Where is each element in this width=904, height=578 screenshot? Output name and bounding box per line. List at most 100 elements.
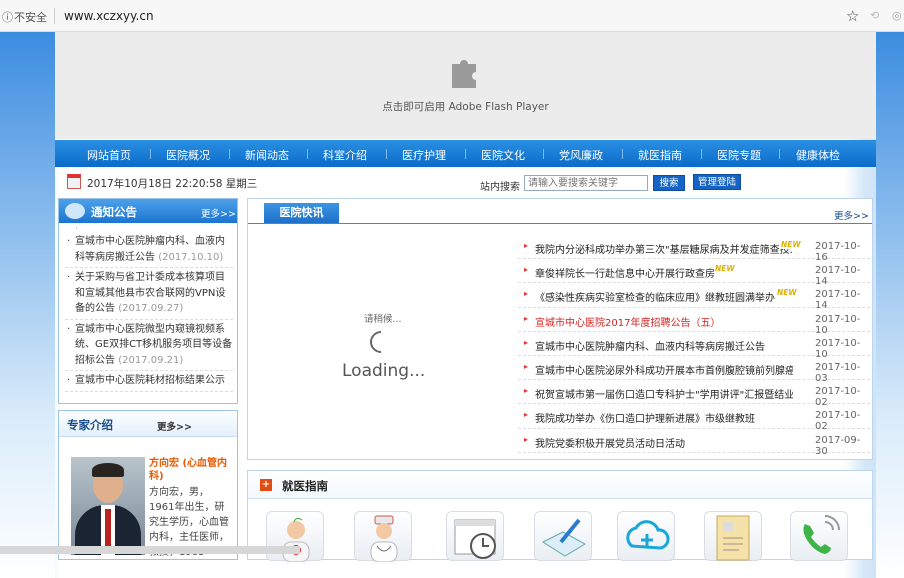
extension-icon-2[interactable]: ◎ — [892, 9, 902, 22]
nav-item-medical-care[interactable]: 医疗护理 — [392, 147, 456, 163]
plus-box-icon: + — [260, 479, 272, 491]
notice-header: 通知公告 更多>> — [59, 199, 237, 223]
arrow-icon: ▸ — [524, 289, 529, 299]
flash-enable-text[interactable]: 点击即可启用 Adobe Flash Player — [55, 99, 876, 114]
notice-item-date: (2017.09.27) — [118, 303, 184, 314]
expert-title: 专家介绍 — [67, 418, 113, 432]
horizontal-scrollbar[interactable] — [0, 546, 300, 554]
address-bar[interactable]: www.xczxyy.cn — [64, 9, 154, 23]
news-item-title[interactable]: 宣城市中心医院泌尿外科成功开展本市首例腹腔镜前列腺癌根... — [535, 362, 793, 377]
guide-title: 就医指南 — [282, 479, 328, 493]
news-item[interactable]: ▸ 宣城市中心医院2017年度招聘公告（五） 2017-10-10 — [518, 308, 870, 336]
arrow-icon: ▸ — [524, 265, 529, 275]
news-item-title[interactable]: 我院党委积极开展党员活动日活动 — [535, 435, 793, 450]
notice-item-date: (2017.09.21) — [118, 354, 184, 366]
health-cloud-icon[interactable] — [617, 511, 675, 561]
nurse-icon[interactable] — [354, 511, 412, 563]
notice-item[interactable]: 宣城市中心医院耗材招标结果公示 — [65, 371, 233, 392]
bookmark-star-icon[interactable]: ☆ — [846, 7, 859, 25]
arrow-icon: ▸ — [524, 361, 529, 371]
notice-item-date: (2017.10.10) — [158, 251, 224, 263]
url-separator — [54, 8, 55, 24]
news-item[interactable]: ▸ 宣城市中心医院泌尿外科成功开展本市首例腹腔镜前列腺癌根... 2017-10-0… — [518, 356, 870, 384]
notice-item[interactable]: 关于采购与省卫计委成本核算项目和宣城其他县市农合联网的VPN设备的公告 (201… — [65, 268, 233, 320]
notice-list: · 宣城市中心医院肿瘤内科、血液内科等病房搬迁公告 (2017.10.10) 关… — [65, 226, 233, 392]
nav-item-departments[interactable]: 科室介绍 — [313, 147, 377, 163]
arrow-icon: ▸ — [524, 386, 529, 396]
tab-underline — [248, 223, 872, 224]
writing-icon[interactable] — [534, 511, 592, 561]
search-button[interactable]: 搜索 — [653, 175, 685, 191]
new-badge: NEW — [780, 240, 802, 249]
arrow-icon: ▸ — [524, 434, 529, 444]
search-input[interactable] — [524, 175, 648, 191]
expert-name-link[interactable]: 方向宏 (心血管内科) — [149, 457, 235, 483]
nav-separator — [150, 149, 151, 159]
arrow-icon: ▸ — [524, 337, 529, 347]
news-item-title[interactable]: 宣城市中心医院2017年度招聘公告（五） — [535, 314, 793, 329]
notice-item-text[interactable]: 宣城市中心医院耗材招标结果公示 — [75, 375, 225, 386]
nav-item-culture[interactable]: 医院文化 — [471, 147, 535, 163]
puzzle-plugin-icon — [452, 60, 476, 88]
nav-separator — [229, 149, 230, 159]
main-navigation: 网站首页 医院概况 新闻动态 科室介绍 医疗护理 医院文化 党风廉政 就医指南 … — [55, 140, 876, 167]
loading-text: Loading... — [342, 361, 426, 381]
nav-item-home[interactable]: 网站首页 — [77, 147, 141, 163]
notice-more-link[interactable]: 更多>> — [201, 206, 236, 220]
arrow-icon: ▸ — [524, 313, 529, 323]
document-icon[interactable] — [704, 511, 762, 561]
spinner-icon — [365, 326, 397, 358]
extension-icon[interactable]: ⟲ — [870, 9, 879, 22]
news-item-title[interactable]: 章俊祥院长一行赴信息中心开展行政查房 — [535, 265, 793, 280]
nav-item-checkup[interactable]: 健康体检 — [786, 147, 850, 163]
expert-header: 专家介绍 更多>> — [59, 411, 237, 437]
news-item-date: 2017-09-30 — [815, 434, 861, 457]
new-badge: NEW — [714, 264, 736, 274]
nav-item-guide[interactable]: 就医指南 — [628, 147, 692, 163]
nav-item-overview[interactable]: 医院概况 — [156, 147, 220, 163]
notice-title: 通知公告 — [91, 205, 137, 219]
nav-item-topics[interactable]: 医院专题 — [707, 147, 771, 163]
guide-panel: + 就医指南 — [247, 470, 873, 563]
nav-separator — [386, 149, 387, 159]
search-label: 站内搜索 — [480, 182, 520, 193]
flash-banner[interactable]: 点击即可启用 Adobe Flash Player — [55, 32, 876, 139]
news-item[interactable]: ▸ 《感染性疾病实验室检查的临床应用》继教班圆满举办 NEW 2017-10-14 — [518, 283, 870, 311]
news-item[interactable]: ▸ 章俊祥院长一行赴信息中心开展行政查房 NEW 2017-10-14 — [518, 259, 870, 287]
nav-separator — [622, 149, 623, 159]
phone-icon[interactable] — [790, 511, 848, 561]
arrow-icon: ▸ — [524, 410, 529, 420]
news-list: ▸ 我院内分泌科成功举办第三次"基层糖尿病及并发症筛查技... NEW 2017-10… — [518, 235, 870, 457]
tab-hospital-news[interactable]: 医院快讯 — [264, 203, 339, 223]
notice-item[interactable]: 宣城市中心医院肿瘤内科、血液内科等病房搬迁公告 (2017.10.10) — [65, 232, 233, 268]
info-icon[interactable]: ⓘ — [2, 9, 13, 25]
notice-panel: 通知公告 更多>> · 宣城市中心医院肿瘤内科、血液内科等病房搬迁公告 (201… — [58, 198, 238, 404]
expert-more-link[interactable]: 更多>> — [157, 419, 192, 433]
news-item-title[interactable]: 祝贺宣城市第一届伤口造口专科护士"学用讲评"汇报暨结业... — [535, 386, 793, 401]
expert-photo[interactable] — [71, 457, 145, 555]
news-more-link[interactable]: 更多>> — [834, 208, 869, 222]
guide-header: + 就医指南 — [248, 471, 872, 499]
nav-item-party[interactable]: 党风廉政 — [549, 147, 613, 163]
expert-panel: 专家介绍 更多>> 方向宏 (心血管内科) 方向宏，男，1961年出生，研究生学… — [58, 410, 238, 560]
notice-item[interactable]: 宣城市中心医院微型内窥镜视频系统、GE双排CT移机服务项目等设备招标公告 (20… — [65, 320, 233, 371]
admin-login-button[interactable]: 管理登陆 — [693, 174, 741, 190]
new-badge: NEW — [776, 288, 798, 298]
news-item-title[interactable]: 宣城市中心医院肿瘤内科、血液内科等病房搬迁公告 — [535, 338, 793, 353]
news-item[interactable]: ▸ 我院党委积极开展党员活动日活动 2017-09-30 — [518, 429, 870, 457]
news-item-title[interactable]: 《感染性疾病实验室检查的临床应用》继教班圆满举办 — [535, 289, 793, 304]
news-item[interactable]: ▸ 祝贺宣城市第一届伤口造口专科护士"学用讲评"汇报暨结业... 2017-10-0… — [518, 380, 870, 408]
news-item[interactable]: ▸ 宣城市中心医院肿瘤内科、血液内科等病房搬迁公告 2017-10-10 — [518, 332, 870, 360]
news-item-title[interactable]: 我院成功举办《伤口造口护理新进展》市级继教班 — [535, 410, 793, 425]
nav-separator — [701, 149, 702, 159]
insecure-label[interactable]: 不安全 — [14, 9, 47, 25]
news-item[interactable]: ▸ 我院成功举办《伤口造口护理新进展》市级继教班 2017-10-02 — [518, 404, 870, 432]
nav-item-news[interactable]: 新闻动态 — [235, 147, 299, 163]
news-panel: 医院快讯 更多>> 请稍候... Loading... ▸ 我院内分泌科成功举办第… — [247, 198, 873, 460]
news-item-title[interactable]: 我院内分泌科成功举办第三次"基层糖尿病及并发症筛查技... — [535, 241, 793, 256]
current-datetime: 2017年10月18日 22:20:58 星期三 — [87, 178, 258, 190]
calendar-clock-icon[interactable] — [446, 511, 504, 561]
loading-hint: 请稍候... — [364, 314, 402, 325]
news-item[interactable]: ▸ 我院内分泌科成功举办第三次"基层糖尿病及并发症筛查技... NEW 2017-10… — [518, 235, 870, 263]
nav-separator — [779, 149, 780, 159]
